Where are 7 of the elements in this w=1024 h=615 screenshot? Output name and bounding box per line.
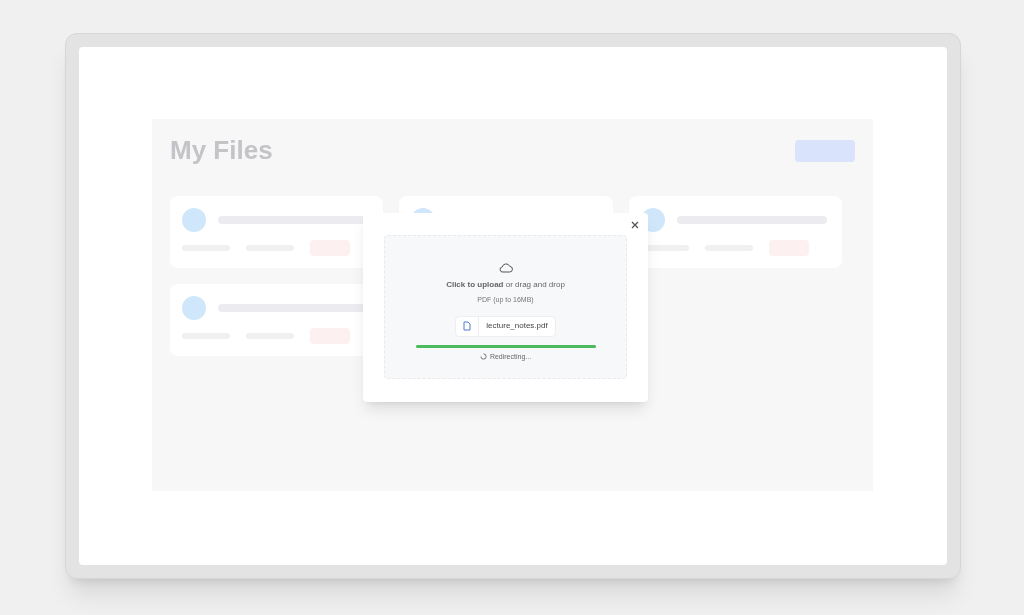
close-button[interactable] [631, 221, 639, 229]
document-icon [463, 321, 472, 331]
cloud-icon [498, 262, 513, 273]
upload-prompt: Click to upload or drag and drop [446, 279, 565, 291]
spinner-icon [479, 353, 487, 361]
close-icon [631, 221, 639, 229]
file-name: lecture_notes.pdf [485, 320, 549, 332]
